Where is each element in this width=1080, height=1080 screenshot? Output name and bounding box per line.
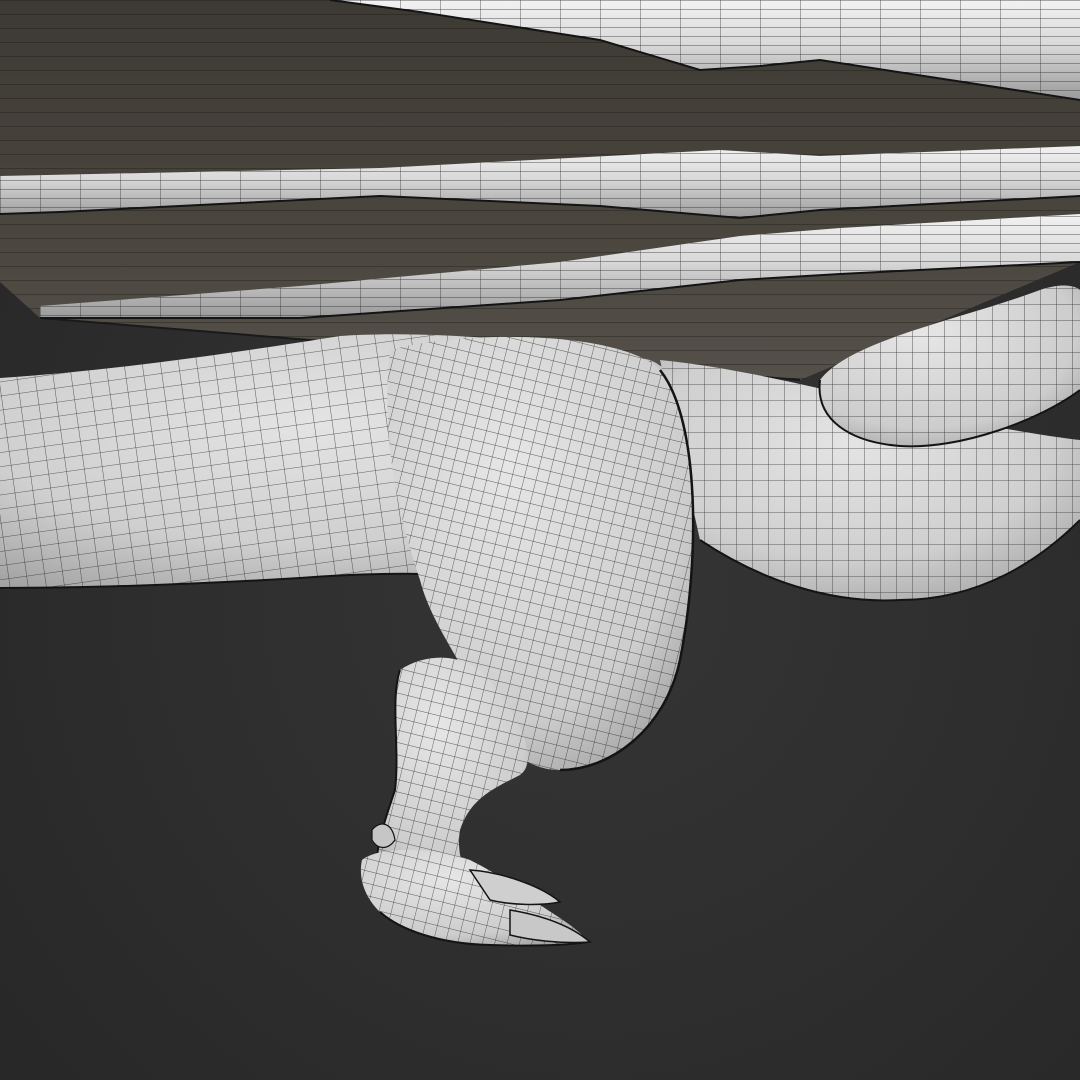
dragon-model-render <box>0 0 1080 947</box>
3d-viewport[interactable] <box>0 0 1080 1080</box>
